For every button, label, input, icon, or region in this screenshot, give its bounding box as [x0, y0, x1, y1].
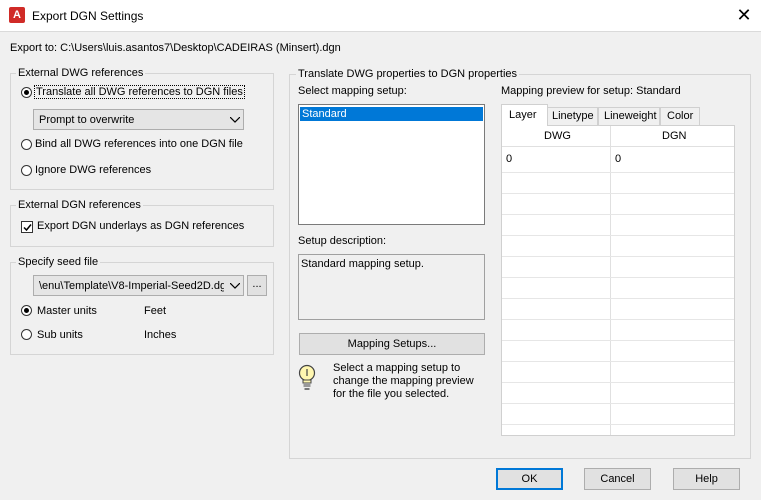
select-mapping-label: Select mapping setup:	[298, 85, 407, 97]
sub-units-value: Inches	[144, 329, 177, 341]
bind-dwg-radio[interactable]	[21, 139, 32, 150]
browse-seed-button[interactable]: ...	[247, 275, 267, 296]
translate-dwg-label[interactable]: Translate all DWG references to DGN file…	[34, 85, 245, 99]
column-header-dgn: DGN	[662, 130, 687, 142]
bind-dwg-label[interactable]: Bind all DWG references into one DGN fil…	[35, 138, 243, 150]
mapping-setups-button[interactable]: Mapping Setups...	[299, 333, 485, 355]
setup-description-box: Standard mapping setup.	[298, 254, 485, 320]
ignore-dwg-label[interactable]: Ignore DWG references	[35, 164, 151, 176]
tab-color[interactable]: Color	[660, 107, 700, 125]
table-header: DWG DGN	[502, 126, 734, 147]
export-underlays-checkbox[interactable]	[21, 221, 33, 233]
tab-linetype-label: Linetype	[552, 110, 594, 122]
seed-file-path: \enu\Template\V8-Imperial-Seed2D.dgn	[39, 280, 224, 292]
seed-file-title: Specify seed file	[16, 256, 101, 268]
table-row[interactable]: 0 0	[502, 146, 734, 172]
tab-layer[interactable]: Layer	[501, 104, 548, 126]
master-units-label[interactable]: Master units	[37, 305, 97, 317]
overwrite-select[interactable]: Prompt to overwrite	[33, 109, 244, 130]
setup-description-text: Standard mapping setup.	[301, 258, 424, 270]
sub-units-label[interactable]: Sub units	[37, 329, 83, 341]
window-title: Export DGN Settings	[32, 9, 144, 23]
master-units-radio[interactable]	[21, 305, 32, 316]
export-underlays-label[interactable]: Export DGN underlays as DGN references	[37, 220, 244, 232]
help-button[interactable]: Help	[673, 468, 740, 490]
sub-units-radio[interactable]	[21, 329, 32, 340]
chevron-down-icon	[230, 283, 240, 289]
tab-lineweight[interactable]: Lineweight	[598, 107, 660, 125]
cancel-button[interactable]: Cancel	[584, 468, 651, 490]
external-dwg-title: External DWG references	[16, 67, 146, 79]
tab-linetype[interactable]: Linetype	[547, 107, 598, 125]
table-cell-dgn: 0	[615, 153, 622, 165]
lightbulb-icon	[298, 364, 316, 390]
tab-color-label: Color	[667, 110, 694, 122]
overwrite-select-value: Prompt to overwrite	[39, 114, 135, 126]
master-units-value: Feet	[144, 305, 167, 317]
chevron-down-icon	[230, 117, 240, 123]
tab-layer-label: Layer	[509, 109, 537, 121]
close-icon[interactable]: ✕	[733, 4, 755, 26]
ok-button[interactable]: OK	[496, 468, 563, 490]
external-dgn-title: External DGN references	[16, 199, 143, 211]
hint-text: Select a mapping setup to change the map…	[333, 362, 474, 400]
setup-description-label: Setup description:	[298, 235, 387, 247]
translate-dwg-radio[interactable]	[21, 87, 32, 98]
ignore-dwg-radio[interactable]	[21, 165, 32, 176]
export-to-path: Export to: C:\Users\luis.asantos7\Deskto…	[10, 42, 341, 54]
mapping-preview-table: DWG DGN 0 0	[501, 125, 735, 436]
checkmark-icon	[23, 224, 32, 232]
translate-properties-title: Translate DWG properties to DGN properti…	[296, 68, 520, 80]
list-item[interactable]: Standard	[300, 107, 483, 121]
mapping-preview-title: Mapping preview for setup: Standard	[501, 85, 681, 97]
tab-lineweight-label: Lineweight	[604, 110, 657, 122]
table-cell-dwg: 0	[506, 153, 513, 165]
autocad-app-icon: A	[9, 7, 25, 23]
mapping-setup-list[interactable]: Standard	[298, 104, 485, 225]
column-header-dwg: DWG	[544, 130, 571, 142]
seed-file-select[interactable]: \enu\Template\V8-Imperial-Seed2D.dgn	[33, 275, 244, 296]
